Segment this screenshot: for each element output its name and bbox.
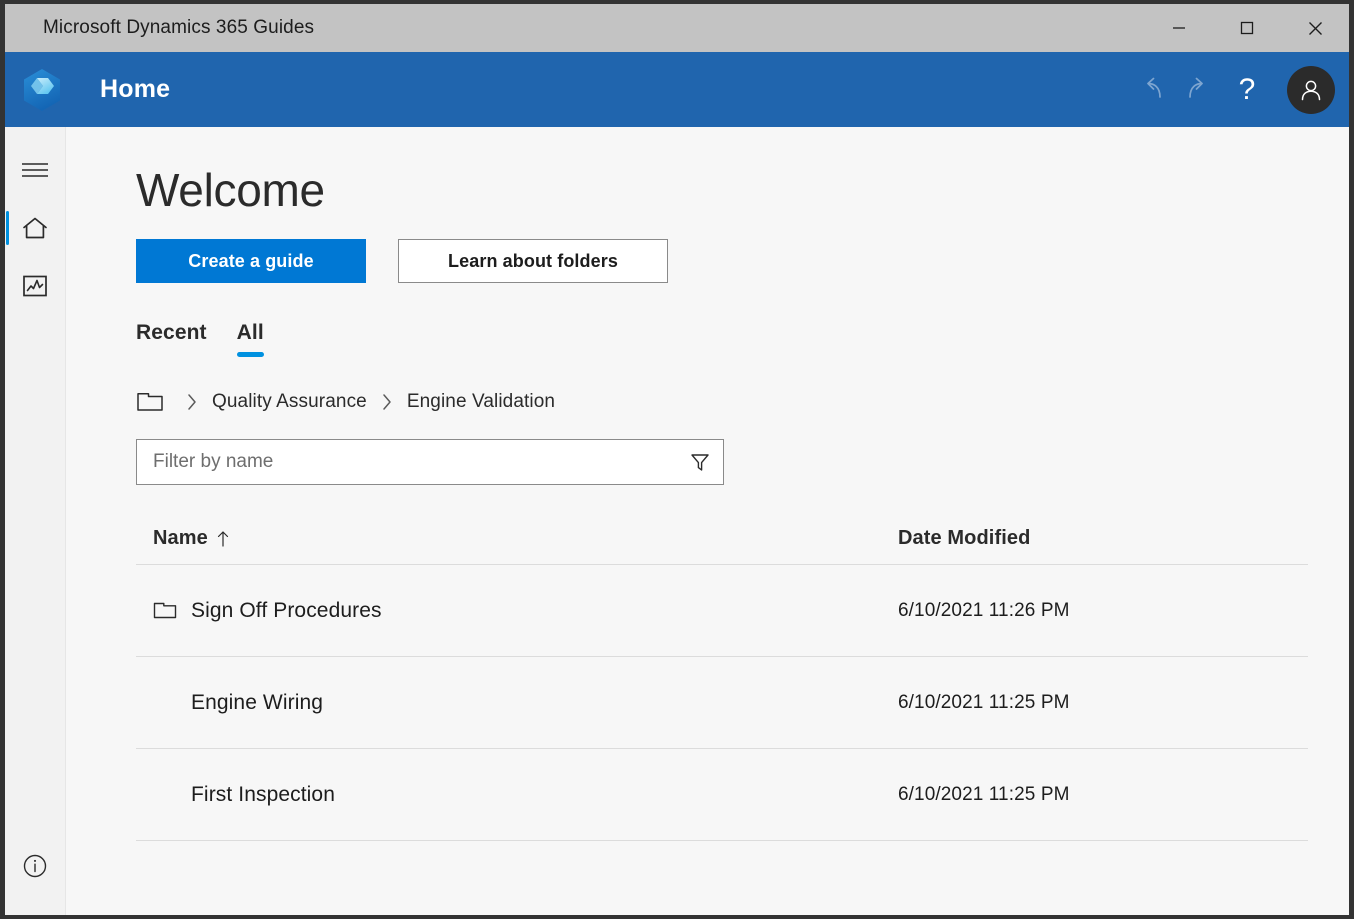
- sidebar-item-analytics[interactable]: [5, 257, 66, 315]
- minimize-icon: [1173, 27, 1185, 29]
- sidebar-item-menu[interactable]: [5, 141, 66, 199]
- analytics-chart-icon: [23, 275, 47, 297]
- body-area: Welcome Create a guide Learn about folde…: [5, 127, 1349, 915]
- filter-field[interactable]: [136, 439, 724, 485]
- row-name-label: First Inspection: [191, 782, 335, 806]
- cell-date-modified: 6/10/2021 11:25 PM: [898, 783, 1070, 805]
- breadcrumb-separator: [367, 392, 407, 412]
- help-icon: ?: [1238, 72, 1256, 106]
- cell-name: Sign Off Procedures: [136, 599, 898, 623]
- table-row[interactable]: First Inspection 6/10/2021 11:25 PM: [136, 749, 1308, 841]
- info-circle-icon: [23, 854, 47, 878]
- chevron-right-icon: [188, 394, 196, 410]
- breadcrumb: Quality Assurance Engine Validation: [136, 387, 1349, 417]
- breadcrumb-separator: [172, 392, 212, 412]
- close-icon: [1308, 21, 1322, 35]
- action-button-row: Create a guide Learn about folders: [136, 239, 1349, 283]
- create-a-guide-button[interactable]: Create a guide: [136, 239, 366, 283]
- redo-button[interactable]: [1175, 62, 1219, 118]
- appbar-actions: ?: [1131, 62, 1335, 118]
- column-header-name[interactable]: Name: [136, 527, 898, 550]
- breadcrumb-item-engine-validation[interactable]: Engine Validation: [407, 391, 555, 413]
- row-name-label: Sign Off Procedures: [191, 598, 382, 622]
- redo-icon: [1189, 77, 1203, 98]
- cell-date-modified: 6/10/2021 11:26 PM: [898, 599, 1070, 621]
- items-table: Name Date Modified Sign Off Procedures 6…: [136, 513, 1308, 841]
- row-name-label: Engine Wiring: [191, 690, 324, 714]
- breadcrumb-root-button[interactable]: [136, 391, 172, 413]
- table-header-row: Name Date Modified: [136, 513, 1308, 565]
- search-input[interactable]: [153, 451, 683, 473]
- navigation-rail: [5, 127, 66, 915]
- sidebar-item-info[interactable]: [5, 837, 66, 895]
- avatar[interactable]: [1287, 65, 1335, 114]
- close-button[interactable]: [1281, 4, 1349, 52]
- column-header-name-label: Name: [153, 527, 208, 549]
- arrow-up-icon: [217, 530, 228, 547]
- chevron-right-icon: [383, 394, 391, 410]
- page-title: Home: [100, 75, 171, 103]
- folder-icon: [153, 601, 177, 620]
- table-row[interactable]: Sign Off Procedures 6/10/2021 11:26 PM: [136, 565, 1308, 657]
- column-header-date-modified[interactable]: Date Modified: [898, 527, 1308, 550]
- breadcrumb-item-quality-assurance[interactable]: Quality Assurance: [212, 391, 367, 413]
- window-title: Microsoft Dynamics 365 Guides: [43, 17, 315, 38]
- table-row[interactable]: Engine Wiring 6/10/2021 11:25 PM: [136, 657, 1308, 749]
- home-icon: [23, 217, 47, 239]
- minimize-button[interactable]: [1145, 4, 1213, 52]
- folder-icon: [137, 393, 163, 411]
- welcome-heading: Welcome: [136, 164, 325, 216]
- window-controls: [1145, 4, 1349, 52]
- title-bar: Microsoft Dynamics 365 Guides: [5, 4, 1349, 52]
- app-header-bar: Home ?: [5, 52, 1349, 127]
- sidebar-item-home[interactable]: [5, 199, 66, 257]
- app-window: Microsoft Dynamics 365 Guides Home ? Wel…: [0, 0, 1354, 919]
- cell-name: First Inspection: [136, 783, 898, 807]
- cell-date-modified: 6/10/2021 11:25 PM: [898, 691, 1070, 713]
- filter-funnel-icon[interactable]: [683, 451, 711, 473]
- maximize-icon: [1240, 21, 1254, 35]
- undo-button[interactable]: [1131, 62, 1175, 118]
- help-button[interactable]: ?: [1219, 62, 1275, 118]
- maximize-button[interactable]: [1213, 4, 1281, 52]
- column-header-date-modified-label: Date Modified: [898, 527, 1031, 549]
- cell-name: Engine Wiring: [136, 691, 898, 715]
- dynamics-365-guides-logo: [17, 65, 67, 115]
- main-content: Welcome Create a guide Learn about folde…: [66, 127, 1349, 915]
- learn-about-folders-button[interactable]: Learn about folders: [398, 239, 668, 283]
- person-icon: [1301, 80, 1321, 100]
- undo-icon: [1147, 77, 1161, 98]
- tab-all[interactable]: All: [236, 321, 264, 363]
- tab-bar: Recent All: [136, 321, 1349, 363]
- hamburger-menu-icon: [22, 163, 48, 177]
- tab-recent[interactable]: Recent: [136, 321, 207, 363]
